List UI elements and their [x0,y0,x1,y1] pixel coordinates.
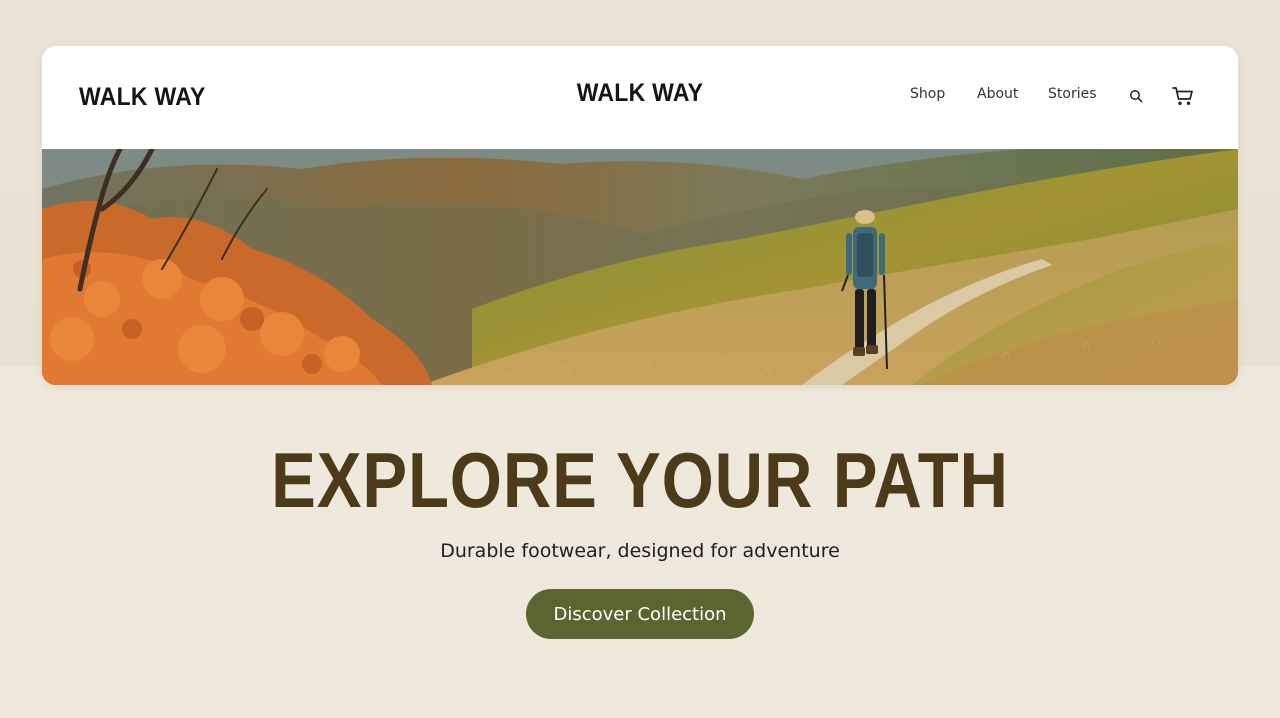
search-icon [1130,90,1143,103]
discover-collection-button[interactable]: Discover Collection [526,589,754,639]
nav-link-about[interactable]: About [977,86,1018,102]
cart-icon [1172,87,1193,105]
brand-wordmark-center[interactable]: WALK WAY [568,79,712,108]
hero-headline: EXPLORE YOUR PATH [271,436,1009,524]
hero-subtitle: Durable footwear, designed for adventure [440,540,840,562]
nav-link-stories[interactable]: Stories [1048,86,1097,102]
search-button[interactable] [1124,84,1148,108]
nav-link-shop[interactable]: Shop [910,86,945,102]
navbar: WALK WAY WALK WAY Shop About Stories [42,46,1238,149]
cart-button[interactable] [1171,84,1195,108]
brand-logo[interactable]: WALK WAY [79,83,206,112]
hero-card: WALK WAY WALK WAY Shop About Stories [42,46,1238,385]
hero-image [42,149,1238,385]
